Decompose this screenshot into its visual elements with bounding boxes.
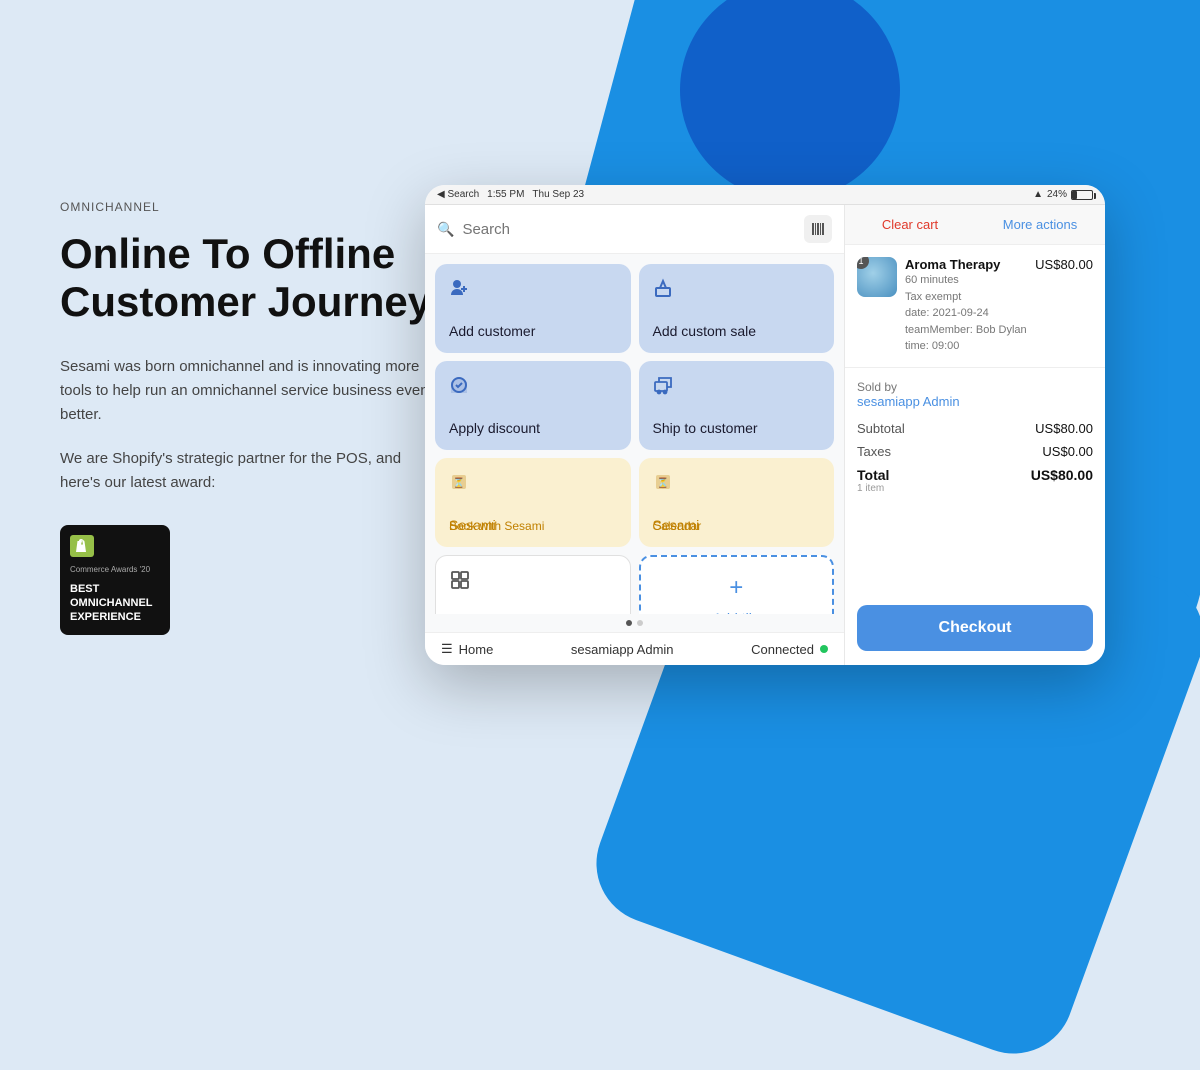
svg-text:⏳: ⏳ [656,476,668,489]
add-tile-icon: + [729,574,743,602]
sold-by-name[interactable]: sesamiapp Admin [857,394,1093,409]
clear-cart-button[interactable]: Clear cart [845,205,975,244]
left-content: OMNICHANNEL Online To Offline Customer J… [60,200,440,635]
date: Thu Sep 23 [532,189,584,200]
search-icon: 🔍 [437,221,454,238]
cart-items: 1 Aroma Therapy 60 minutes Tax exempt da… [845,245,1105,368]
description-1: Sesami was born omnichannel and is innov… [60,355,440,427]
ship-to-customer-icon [653,375,821,400]
main-panel: 🔍 Ad [425,205,845,665]
app-body: 🔍 Ad [425,205,1105,665]
connected-dot [820,645,828,653]
more-actions-button[interactable]: More actions [975,205,1105,244]
bottom-nav: ☰ Home sesamiapp Admin Connected [425,632,844,665]
main-title: Online To Offline Customer Journey [60,230,440,327]
wifi-icon: ▲ [1033,189,1043,200]
tiles-grid: Add customer Add custom sale [435,264,834,614]
sold-by-label: Sold by [857,380,1093,394]
checkout-area: Checkout [845,595,1105,665]
pagination-dot-2[interactable] [637,620,643,626]
cart-item-details: 60 minutes Tax exempt date: 2021-09-24 t… [905,272,1027,355]
tile-add-tile[interactable]: + Add tile [639,555,835,614]
back-label[interactable]: ◀ Search [437,189,479,200]
services-icon [450,570,616,595]
pagination [425,614,844,632]
cart-item-price: US$80.00 [1035,257,1093,272]
cart-item: 1 Aroma Therapy 60 minutes Tax exempt da… [857,257,1093,355]
award-subtitle: Commerce Awards '20 [70,565,150,575]
tile-sesami-book[interactable]: ⏳ Sesami Book with Sesami [435,458,631,547]
home-nav[interactable]: ☰ Home [441,641,493,657]
menu-icon: ☰ [441,641,453,657]
cart-header: Clear cart More actions [845,205,1105,245]
sesami-calendar-icon: ⏳ [653,472,821,497]
cart-item-info: Aroma Therapy 60 minutes Tax exempt date… [905,257,1027,355]
pagination-dot-1[interactable] [626,620,632,626]
device-mockup: ◀ Search 1:55 PM Thu Sep 23 ▲ 24% 🔍 [425,185,1105,665]
award-text: BEST OMNICHANNEL EXPERIENCE [70,582,153,625]
tile-services[interactable]: Services 3 products [435,555,631,614]
subtotal-row: Subtotal US$80.00 [857,421,1093,436]
search-input[interactable] [462,221,796,238]
sold-by: Sold by sesamiapp Admin [857,380,1093,409]
total-row: Total 1 item US$80.00 [857,467,1093,494]
cart-totals: Sold by sesamiapp Admin Subtotal US$80.0… [845,368,1105,596]
apply-discount-icon [449,375,617,400]
apply-discount-label: Apply discount [449,420,617,436]
battery-percent: 24% [1047,189,1067,200]
barcode-icon[interactable] [804,215,832,243]
tile-add-customer[interactable]: Add customer [435,264,631,353]
time: 1:55 PM [487,189,524,200]
sesami-book-icon: ⏳ [449,472,617,497]
add-customer-label: Add customer [449,323,617,339]
sesami-book-sublabel: Book with Sesami [449,519,617,533]
taxes-row: Taxes US$0.00 [857,444,1093,459]
checkout-button[interactable]: Checkout [857,605,1093,651]
tile-add-custom-sale[interactable]: Add custom sale [639,264,835,353]
category-label: OMNICHANNEL [60,200,440,214]
tiles-area: Add customer Add custom sale [425,254,844,614]
battery-icon [1071,190,1093,200]
cart-item-image: 1 [857,257,897,297]
admin-label: sesamiapp Admin [571,642,674,657]
search-bar: 🔍 [425,205,844,254]
ship-to-customer-label: Ship to customer [653,420,821,436]
description-2: We are Shopify's strategic partner for t… [60,447,440,495]
sesami-calendar-sublabel: Calendar [653,519,821,533]
add-customer-icon [449,278,617,303]
cart-panel: Clear cart More actions 1 Aroma Therapy … [845,205,1105,665]
tile-sesami-calendar[interactable]: ⏳ Sesami Calendar [639,458,835,547]
cart-item-name: Aroma Therapy [905,257,1027,272]
add-custom-sale-icon [653,278,821,303]
award-badge: Commerce Awards '20 BEST OMNICHANNEL EXP… [60,525,170,635]
tile-ship-to-customer[interactable]: Ship to customer [639,361,835,450]
connected-status: Connected [751,642,828,657]
add-custom-sale-label: Add custom sale [653,323,821,339]
shopify-icon [70,535,94,558]
tile-apply-discount[interactable]: Apply discount [435,361,631,450]
status-bar: ◀ Search 1:55 PM Thu Sep 23 ▲ 24% [425,185,1105,205]
svg-text:⏳: ⏳ [453,476,465,489]
